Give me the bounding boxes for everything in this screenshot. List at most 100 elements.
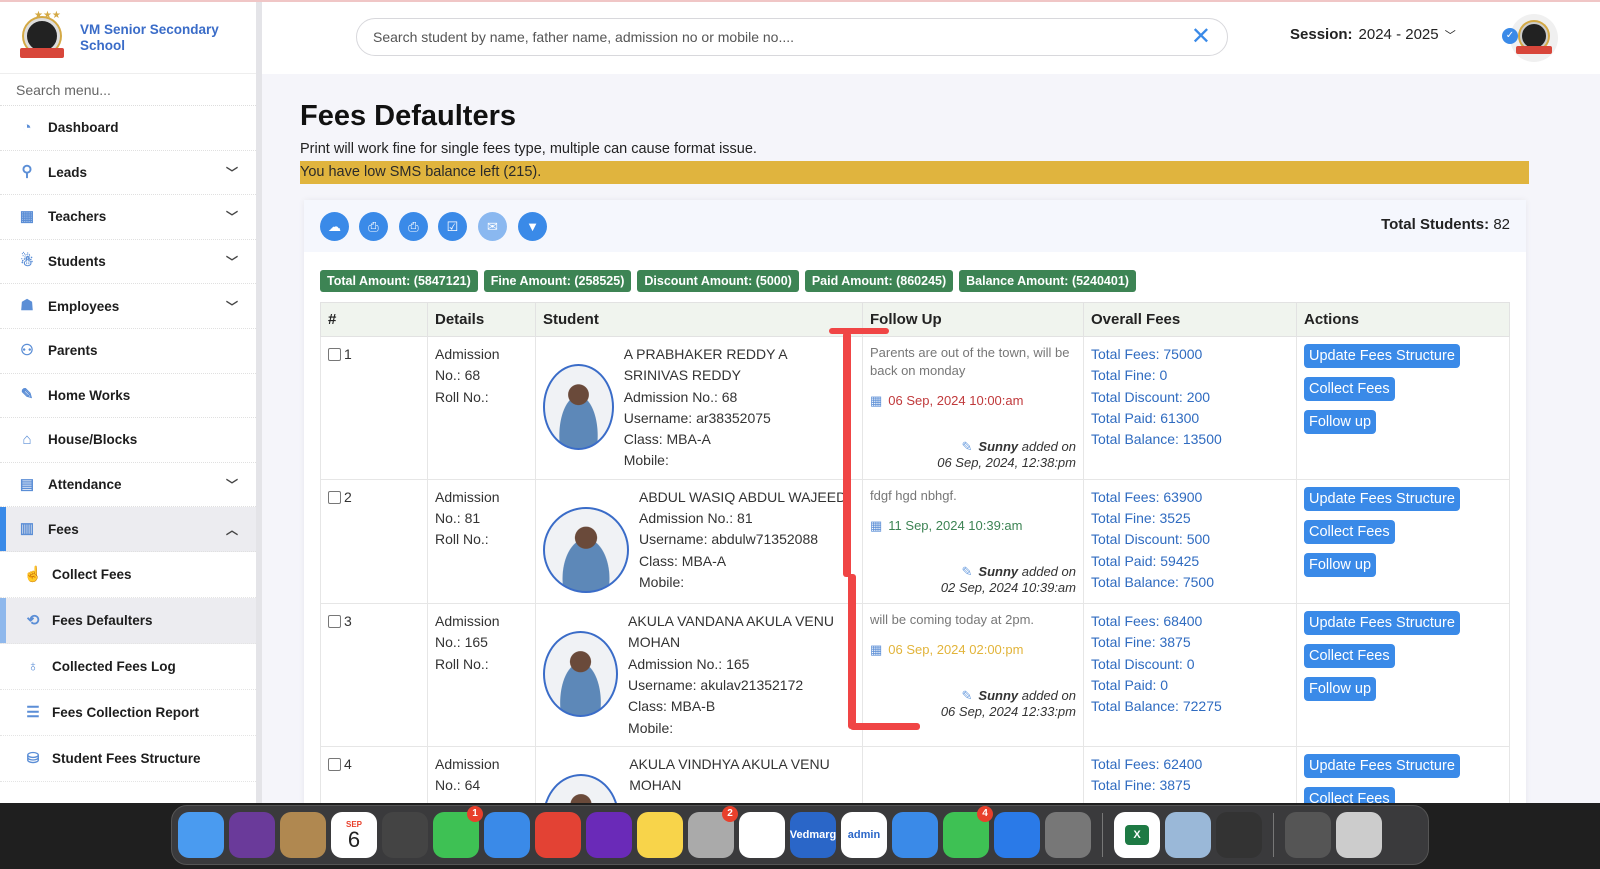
collect-fees-button[interactable]: Collect Fees	[1304, 519, 1395, 544]
fee-line: Total Discount: 0	[1091, 655, 1195, 672]
update-fees-structure-button[interactable]: Update Fees Structure	[1304, 611, 1460, 636]
employees-icon: ☗	[20, 297, 34, 315]
top-bar: Search student by name, father name, adm…	[262, 2, 1600, 74]
student-class: Class: MBA-A	[639, 552, 727, 569]
dock-app-safari-icon[interactable]	[892, 812, 938, 858]
follow-up-button[interactable]: Follow up	[1304, 410, 1377, 434]
dock-app-whatsapp-icon[interactable]: 1	[433, 806, 483, 858]
dock-app-anydesk-icon[interactable]	[535, 812, 581, 858]
dock-app-mail-icon[interactable]	[484, 812, 530, 858]
row-student: AKULA VANDANA AKULA VENU MOHAN Admission …	[535, 603, 863, 747]
row-follow-up	[862, 745, 1084, 803]
dock-app-chrome-icon[interactable]	[739, 812, 785, 858]
sidebar-item-leads[interactable]: ⚲ Leads ﹀	[0, 151, 256, 196]
sidebar-sub-fees-defaulters[interactable]: ⟲ Fees Defaulters	[0, 597, 256, 644]
student-photo	[543, 773, 620, 803]
update-fees-structure-button[interactable]: Update Fees Structure	[1304, 486, 1460, 511]
parents-icon: ⚇	[20, 341, 34, 359]
dock-app-calendar-icon[interactable]: SEP 6	[331, 812, 377, 858]
fee-line: Total Fine: 3875	[1091, 634, 1191, 651]
row-checkbox[interactable]	[328, 348, 341, 361]
dock-app-downloads-icon[interactable]	[1285, 812, 1331, 858]
sidebar-sub-collected-fees-log[interactable]: ♁ Collected Fees Log	[0, 644, 256, 690]
teachers-icon: ▦	[19, 207, 35, 225]
student-name: ABDUL WASIQ ABDUL WAJEED	[639, 488, 847, 505]
dock-app-image-capture-icon[interactable]	[1216, 812, 1262, 858]
dock-app-notes-icon[interactable]	[637, 812, 683, 858]
filter-icon[interactable]: ▼	[518, 212, 547, 241]
dock-app-preview-icon[interactable]	[1165, 812, 1211, 858]
dock-app-excel-icon[interactable]: X	[1114, 812, 1160, 858]
dock-app-siri-icon[interactable]	[229, 812, 275, 858]
col-student: Student	[535, 302, 863, 337]
brand[interactable]: ★★★ VM Senior Secondary School	[0, 2, 256, 74]
row-details: Admission No.: 165 Roll No.:	[427, 603, 536, 747]
row-overall-fees: Total Fees: 75000 Total Fine: 0 Total Disc…	[1083, 336, 1297, 480]
verified-badge-icon: ✓	[1502, 28, 1518, 44]
sidebar-item-teachers[interactable]: ▦ Teachers ﹀	[0, 195, 256, 240]
row-checkbox[interactable]	[328, 615, 341, 629]
print-icon[interactable]: ⎙	[359, 212, 388, 241]
sidebar-sub-collect-fees[interactable]: ☝ Collect Fees	[0, 552, 256, 598]
dock-app-trash-icon[interactable]	[1336, 812, 1382, 858]
dock-separator	[1273, 813, 1274, 857]
table-row: 2 Admission No.: 81 Roll No.: ABDUL WASIQ …	[320, 478, 1510, 605]
sidebar-sub-student-fees-structure[interactable]: ⛁ Student Fees Structure	[0, 736, 256, 782]
print-note: Print will work fine for single fees typ…	[300, 141, 757, 157]
collect-fees-button[interactable]: Collect Fees	[1304, 377, 1395, 401]
cloud-download-icon[interactable]: ☁	[320, 212, 349, 241]
student-photo	[543, 631, 619, 718]
row-overall-fees: Total Fees: 63900 Total Fine: 3525 Total D…	[1083, 478, 1297, 605]
row-checkbox[interactable]	[328, 490, 341, 504]
student-username: Username: akulav21352172	[628, 676, 804, 693]
sidebar-item-employees[interactable]: ☗ Employees ﹀	[0, 284, 256, 329]
student-username: Username: abdulw71352088	[639, 531, 819, 548]
row-checkbox[interactable]	[328, 757, 341, 771]
dock-app-vedmarg-admin-icon[interactable]: admin	[841, 812, 887, 858]
dock-app-vedmarg-icon[interactable]: Vedmarg	[790, 812, 836, 858]
clear-search-icon[interactable]: ✕	[1191, 25, 1211, 49]
notification-badge: 4	[977, 806, 993, 822]
dock-app-app-store-icon[interactable]	[994, 812, 1040, 858]
sidebar-item-fees[interactable]: ▥ Fees ︿	[0, 507, 256, 552]
structure-icon: ⛁	[26, 750, 40, 768]
calendar-clock-icon: ▦	[870, 517, 883, 533]
house-icon: ⌂	[22, 430, 32, 448]
checklist-icon[interactable]: ☑	[438, 212, 467, 241]
dock-app-finder-icon[interactable]	[178, 812, 224, 858]
print-text-icon[interactable]: ⎙	[399, 212, 428, 241]
sidebar-sub-fees-collection-report[interactable]: ☰ Fees Collection Report	[0, 690, 256, 736]
dock-app-sublime-icon[interactable]	[382, 812, 428, 858]
follow-up-author: ✎ Sunny added on 06 Sep, 2024 12:33:pm	[940, 688, 1076, 720]
student-name: AKULA VINDHYA AKULA VENU MOHAN	[629, 755, 830, 794]
dock-app-firefox-icon[interactable]	[586, 812, 632, 858]
collect-fees-button[interactable]: Collect Fees	[1304, 786, 1395, 803]
balance-amount-badge: Balance Amount: (5240401)	[959, 270, 1136, 292]
follow-up-note: Parents are out of the town, will be bac…	[870, 345, 1070, 378]
sidebar-item-house-blocks[interactable]: ⌂ House/Blocks	[0, 418, 256, 463]
dock-app-system-settings-icon[interactable]	[1045, 812, 1091, 858]
student-search-input[interactable]: Search student by name, father name, adm…	[356, 18, 1228, 56]
sidebar-item-dashboard[interactable]: ◔ Dashboard	[0, 106, 256, 151]
session-selector[interactable]: Session: 2024 - 2025 ﹀	[1290, 26, 1456, 43]
row-follow-up: fdgf hgd nbhgf. ▦ 11 Sep, 2024 10:39:am ✎…	[862, 478, 1084, 605]
fee-line: Total Fees: 62400	[1091, 755, 1203, 772]
sidebar-item-attendance[interactable]: ▤ Attendance ﹀	[0, 463, 256, 508]
profile-avatar[interactable]: ✓	[1502, 14, 1558, 62]
row-details: Admission No.: 68 Roll No.:	[427, 336, 536, 480]
follow-up-note: will be coming today at 2pm.	[870, 612, 1035, 628]
update-fees-structure-button[interactable]: Update Fees Structure	[1304, 344, 1460, 368]
paid-amount-badge: Paid Amount: (860245)	[804, 270, 954, 292]
update-fees-structure-button[interactable]: Update Fees Structure	[1304, 753, 1460, 778]
menu-search-input[interactable]: Search menu...	[0, 74, 256, 106]
collect-fees-button[interactable]: Collect Fees	[1304, 644, 1395, 669]
sidebar-item-home-works[interactable]: ✎ Home Works	[0, 374, 256, 419]
sidebar-item-parents[interactable]: ⚇ Parents	[0, 329, 256, 374]
follow-up-button[interactable]: Follow up	[1304, 552, 1377, 577]
dock-app-facetime-icon[interactable]: 4	[943, 806, 993, 858]
follow-up-button[interactable]: Follow up	[1304, 677, 1377, 702]
dock-app-contacts-icon[interactable]	[280, 812, 326, 858]
sidebar-item-students[interactable]: ☃ Students ﹀	[0, 240, 256, 285]
sms-icon[interactable]: ✉	[478, 212, 507, 241]
dock-app-whatsapp-beta-icon[interactable]: 2	[688, 806, 738, 858]
